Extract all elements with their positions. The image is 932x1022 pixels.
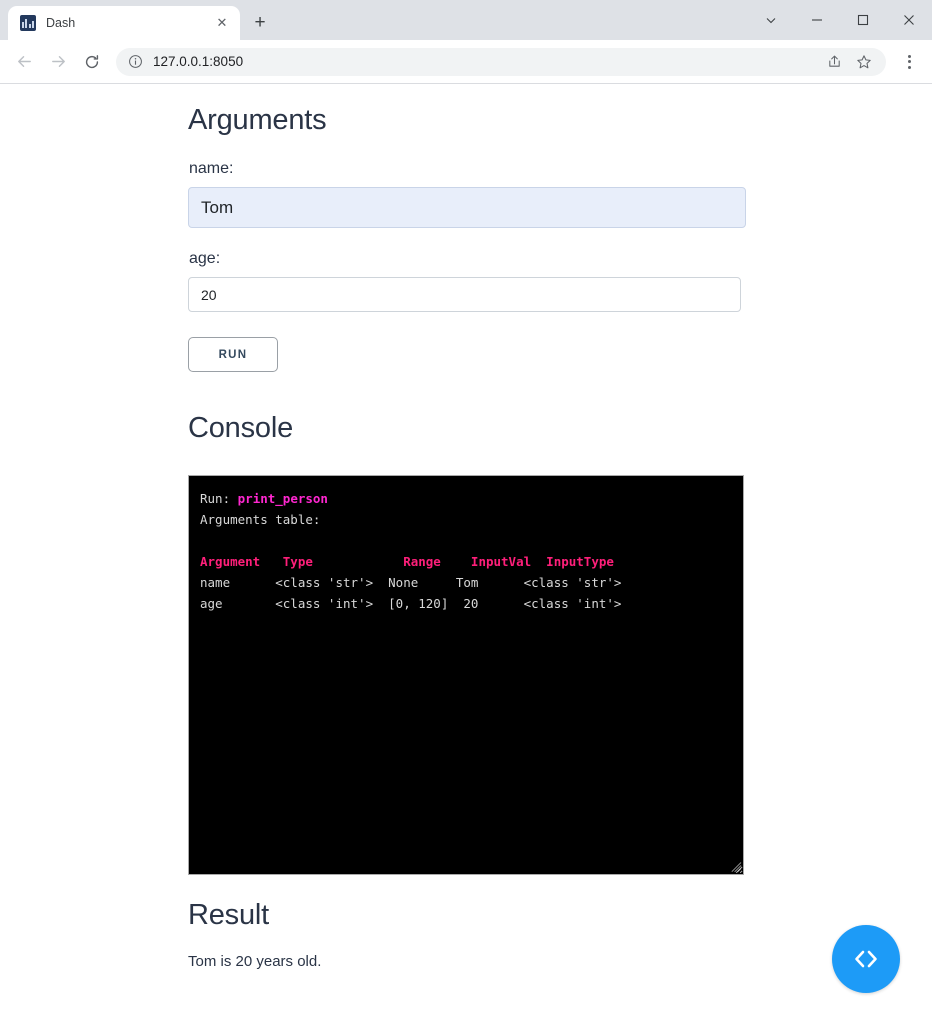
console-run-label: Run: [200, 490, 238, 506]
result-heading: Result [188, 898, 269, 931]
console-heading: Console [188, 412, 293, 445]
browser-tab-dash[interactable]: Dash ✕ [8, 6, 240, 40]
reload-icon[interactable] [76, 46, 108, 78]
tab-strip: Dash ✕ + [0, 0, 932, 40]
browser-toolbar: 127.0.0.1:8050 [0, 40, 932, 84]
arrow-left-icon[interactable] [8, 46, 40, 78]
kebab-menu-icon[interactable] [894, 47, 924, 77]
star-icon[interactable] [852, 50, 876, 74]
console-output[interactable]: Run: print_person Arguments table: Argum… [188, 474, 744, 875]
run-button[interactable]: RUN [188, 337, 278, 373]
info-circle-icon[interactable] [128, 54, 143, 69]
code-brackets-icon[interactable] [832, 925, 900, 993]
page-viewport: Arguments name: age: RUN Console Run: pr… [0, 84, 932, 1022]
console-table-row: age <class 'int'> [0, 120] 20 <class 'in… [200, 595, 622, 611]
url-text[interactable]: 127.0.0.1:8050 [153, 54, 812, 69]
share-icon[interactable] [822, 50, 846, 74]
close-icon[interactable] [886, 0, 932, 40]
browser-window: Dash ✕ + 127.0.0.1:8050 Arguments name: … [0, 0, 932, 1022]
window-controls [748, 0, 932, 40]
console-run-function: print_person [237, 490, 328, 506]
age-input[interactable] [188, 277, 741, 313]
name-field-label: name: [189, 160, 234, 178]
minimize-icon[interactable] [794, 0, 840, 40]
console-table-header: Argument Type Range InputVal InputType [200, 553, 614, 569]
chevron-down-icon[interactable] [748, 0, 794, 40]
console-table-caption: Arguments table: [200, 511, 321, 527]
dash-app-content: Arguments name: age: RUN Console Run: pr… [0, 84, 932, 970]
console-table-row: name <class 'str'> None Tom <class 'str'… [200, 574, 622, 590]
arrow-right-icon[interactable] [42, 46, 74, 78]
age-field-label: age: [189, 250, 221, 268]
new-tab-button[interactable]: + [246, 9, 274, 37]
name-input[interactable] [188, 187, 746, 229]
maximize-icon[interactable] [840, 0, 886, 40]
close-icon[interactable]: ✕ [212, 13, 232, 33]
resize-handle-icon[interactable] [727, 858, 742, 872]
tab-title: Dash [46, 16, 76, 30]
address-bar[interactable]: 127.0.0.1:8050 [116, 47, 886, 76]
page-title: Arguments [188, 104, 327, 136]
result-text: Tom is 20 years old. [188, 952, 322, 970]
dash-bar-chart-favicon [20, 15, 36, 31]
